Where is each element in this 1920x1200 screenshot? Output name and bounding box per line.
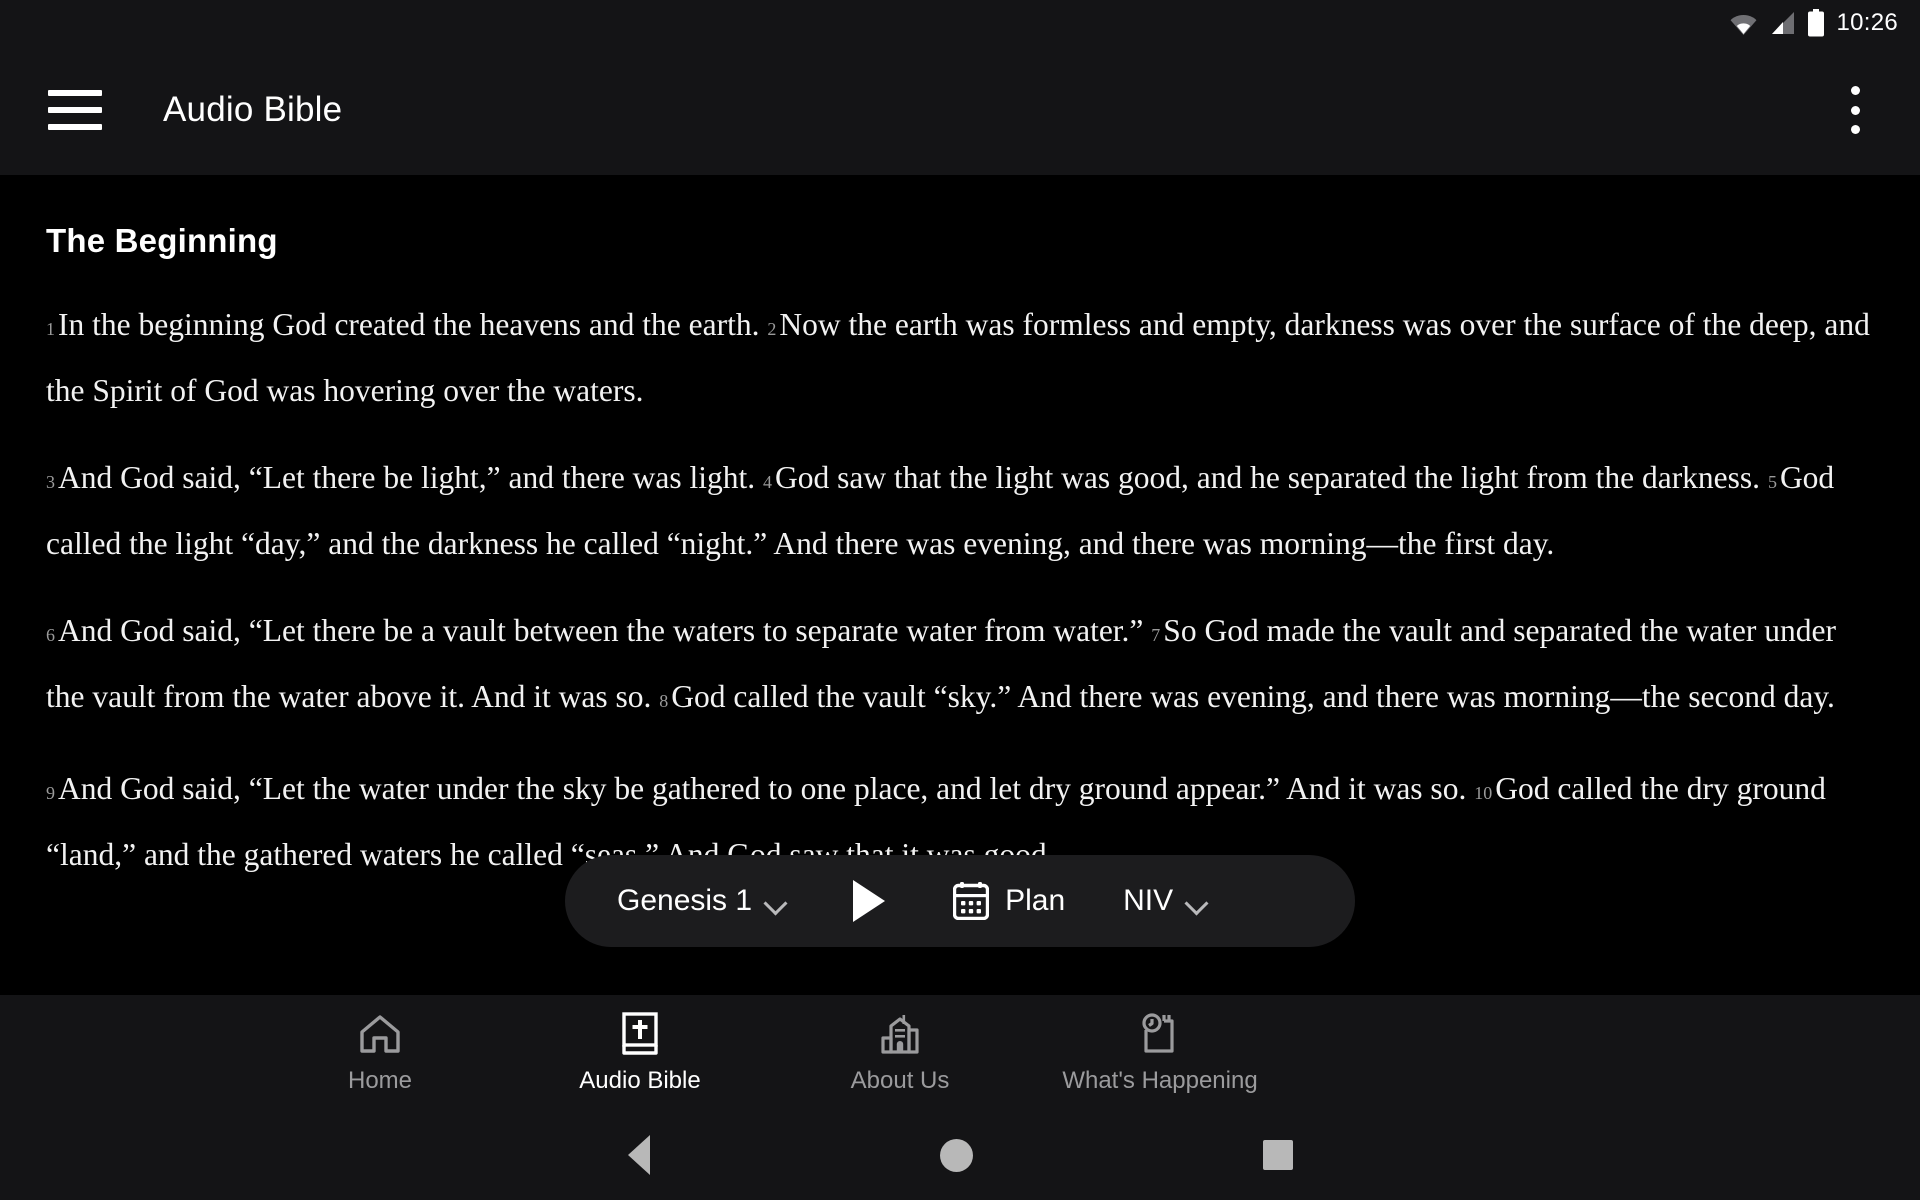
verse-text: God saw that the light was good, and he … [775, 460, 1768, 495]
tab-audio-bible-label: Audio Bible [579, 1066, 701, 1094]
verse-number: 1 [46, 319, 55, 339]
app-bar: Audio Bible [0, 45, 1920, 175]
hamburger-line [48, 90, 102, 96]
audio-player-bar: Genesis 1 Plan NIV [565, 855, 1355, 947]
play-icon [853, 880, 886, 922]
chapter-heading: The Beginning [46, 222, 278, 259]
home-circle-icon[interactable] [939, 1138, 973, 1172]
verse-number: 2 [767, 319, 777, 339]
chevron-down-icon [765, 895, 787, 908]
verse-text: And God said, “Let there be light,” and … [58, 460, 764, 495]
back-triangle-icon[interactable] [627, 1135, 650, 1175]
play-button[interactable] [847, 877, 891, 925]
chevron-down-icon [1186, 895, 1208, 908]
verse-number: 4 [763, 472, 773, 492]
chapter-selector[interactable]: Genesis 1 [617, 884, 787, 918]
tab-whats-happening-label: What's Happening [1062, 1066, 1258, 1094]
tab-whats-happening[interactable]: What's Happening [1030, 1011, 1290, 1095]
more-vertical-icon[interactable] [1836, 86, 1874, 134]
status-icons [1730, 8, 1825, 37]
hamburger-line [48, 107, 102, 113]
verse-paragraph: 6And God said, “Let there be a vault bet… [46, 600, 1874, 732]
wifi-icon [1731, 14, 1757, 35]
verse-number: 7 [1151, 625, 1161, 645]
verse-text: In the beginning God created the heavens… [58, 307, 768, 342]
page-title: Audio Bible [163, 90, 343, 129]
verse-text: God called the vault “sky.” And there wa… [671, 679, 1835, 714]
calendar-icon [953, 882, 990, 920]
bottom-tab-bar: Home Audio Bible About Us What's Happeni… [0, 995, 1920, 1110]
church-building-icon [878, 1011, 922, 1057]
status-bar: 10:26 [0, 0, 1920, 45]
tab-home[interactable]: Home [250, 1011, 510, 1095]
verse-number: 5 [1767, 472, 1777, 492]
verse-paragraph: 3And God said, “Let there be light,” and… [46, 447, 1874, 574]
tab-audio-bible[interactable]: Audio Bible [510, 1011, 770, 1095]
verse-number: 9 [46, 783, 55, 803]
version-selector-label: NIV [1123, 884, 1174, 917]
verse-number: 10 [1474, 783, 1493, 803]
tab-about-us-label: About Us [850, 1066, 950, 1094]
tab-about-us[interactable]: About Us [770, 1011, 1030, 1095]
battery-icon [1808, 8, 1825, 36]
overflow-dot [1850, 105, 1860, 115]
overflow-dot [1850, 125, 1860, 134]
verse-number: 8 [659, 691, 669, 711]
plan-button[interactable]: Plan [953, 882, 1065, 920]
app-root: 10:26 Audio Bible The Beginning 1In the … [0, 0, 1920, 1200]
verse-number: 6 [46, 625, 55, 645]
verse-number: 3 [46, 472, 55, 492]
version-selector[interactable]: NIV [1123, 884, 1208, 918]
status-time: 10:26 [1836, 8, 1898, 36]
verse-paragraph: 1In the beginning God created the heaven… [46, 294, 1874, 421]
recents-square-icon[interactable] [1262, 1140, 1293, 1170]
verse-text: And God said, “Let the water under the s… [58, 771, 1475, 806]
hamburger-line [48, 124, 102, 130]
event-clock-icon [1138, 1011, 1182, 1057]
overflow-dot [1850, 86, 1860, 95]
tab-home-label: Home [347, 1066, 413, 1094]
bible-book-icon [619, 1011, 661, 1057]
verse-list: 1In the beginning God created the heaven… [46, 294, 1874, 885]
android-navigation-bar [0, 1110, 1920, 1200]
plan-button-label: Plan [1005, 884, 1066, 917]
chapter-selector-label: Genesis 1 [617, 884, 753, 917]
cellular-signal-icon [1772, 11, 1795, 34]
hamburger-menu-icon[interactable] [48, 90, 102, 130]
home-icon [358, 1011, 402, 1057]
verse-text: And God said, “Let there be a vault betw… [58, 613, 1152, 648]
